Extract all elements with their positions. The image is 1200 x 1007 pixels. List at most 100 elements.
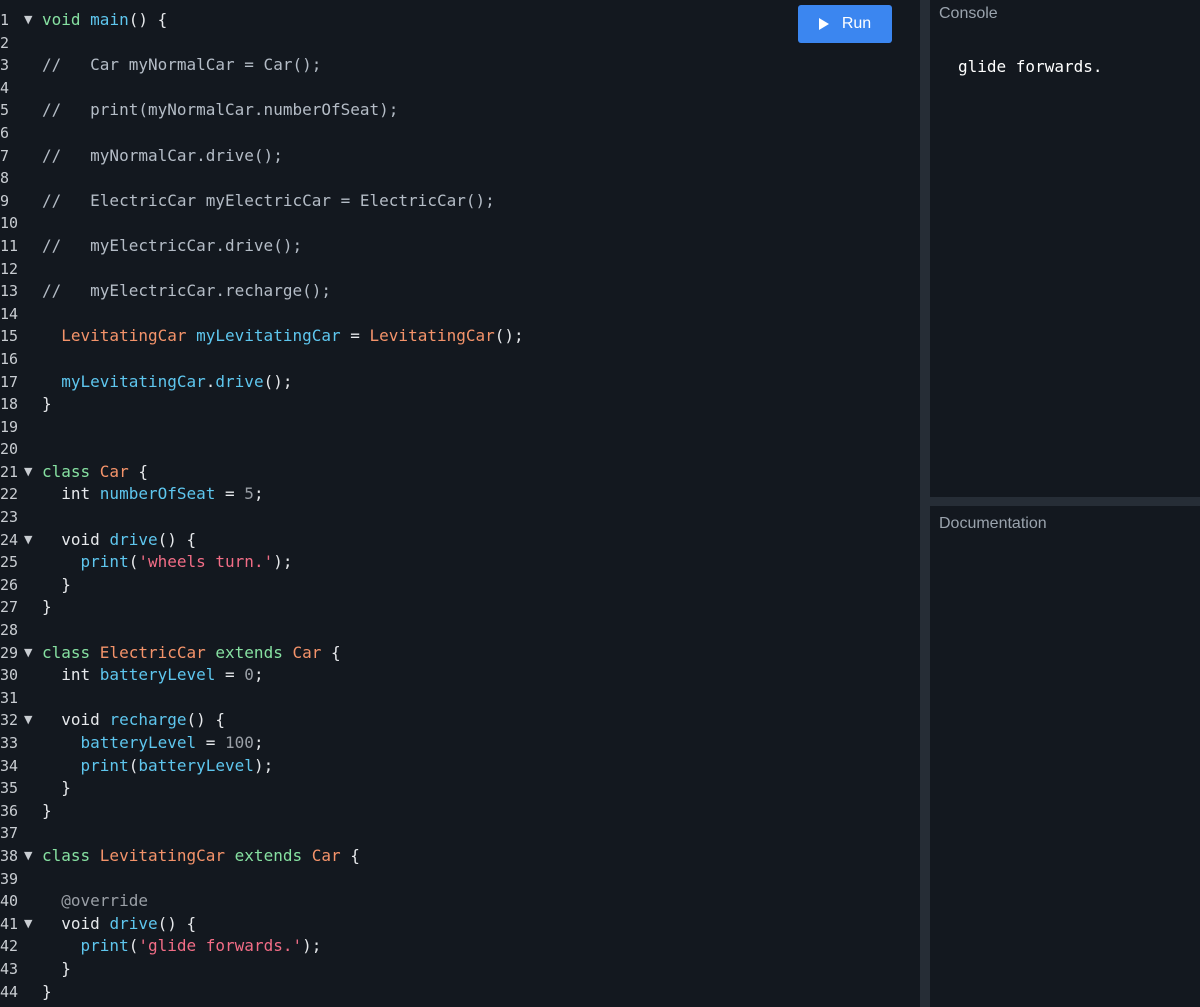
code-line[interactable]: 11 // myElectricCar.drive(); [0, 235, 920, 258]
code-editor[interactable]: 1 ▼ void main() {2 3// Car myNormalCar = Ca… [0, 0, 920, 1007]
code-line[interactable]: 2 [0, 32, 920, 55]
code-line[interactable]: 4 [0, 77, 920, 100]
code-token: ; [253, 665, 264, 685]
line-number: 33 [0, 734, 19, 752]
code-token: () { [157, 529, 197, 549]
vertical-splitter[interactable] [920, 0, 930, 1007]
code-line[interactable]: 20 [0, 438, 920, 461]
code-line[interactable]: 14 [0, 303, 920, 326]
fold-arrow-icon[interactable]: ▼ [24, 642, 38, 665]
line-number: 1 [0, 11, 10, 29]
code-line[interactable]: 44} [0, 981, 920, 1004]
code-token: class [42, 845, 100, 865]
line-number: 17 [0, 372, 19, 391]
code-token: 100 [225, 733, 254, 752]
code-line[interactable]: 12 [0, 258, 920, 281]
code-line[interactable]: 35 } [0, 777, 920, 800]
code-text: // ElectricCar myElectricCar = ElectricC… [42, 190, 495, 213]
code-line[interactable]: 36} [0, 800, 920, 823]
code-line[interactable]: 6 [0, 122, 920, 145]
horizontal-splitter[interactable] [930, 497, 1200, 506]
code-line[interactable]: 8 [0, 167, 920, 190]
code-line[interactable]: 42 print('glide forwards.'); [0, 935, 920, 958]
code-line[interactable]: 27} [0, 596, 920, 619]
code-line[interactable]: 28 [0, 619, 920, 642]
code-token: int [42, 665, 100, 685]
code-line[interactable]: 43 } [0, 958, 920, 981]
code-token: Car [311, 845, 341, 865]
line-number: 10 [0, 214, 19, 233]
line-number: 18 [0, 395, 19, 414]
code-line[interactable]: 37 [0, 822, 920, 845]
code-token: void [42, 10, 91, 29]
code-line[interactable]: 34 print(batteryLevel); [0, 755, 920, 778]
fold-arrow-icon[interactable]: ▼ [24, 529, 38, 552]
code-line[interactable]: 30 int batteryLevel = 0; [0, 664, 920, 687]
fold-arrow-icon[interactable]: ▼ [24, 845, 38, 868]
console-panel: Console glide forwards. [930, 0, 1200, 497]
code-token: class [42, 461, 100, 481]
code-token: } [42, 574, 71, 594]
code-token: class [42, 642, 100, 662]
run-button[interactable]: Run [798, 5, 892, 43]
code-text: int numberOfSeat = 5; [42, 483, 263, 506]
code-line[interactable]: 16 [0, 348, 920, 371]
line-number: 32 [0, 711, 19, 730]
code-token: ( [128, 936, 139, 956]
code-token: } [42, 394, 52, 414]
line-number: 14 [0, 304, 19, 323]
code-token: 'glide forwards.' [138, 936, 303, 956]
code-line[interactable]: 38 ▼ class LevitatingCar extends Car { [0, 845, 920, 868]
code-token: Car [292, 642, 322, 662]
code-line[interactable]: 29 ▼ class ElectricCar extends Car { [0, 642, 920, 665]
fold-arrow-icon[interactable]: ▼ [24, 913, 38, 936]
code-line[interactable]: 25 print('wheels turn.'); [0, 551, 920, 574]
documentation-title: Documentation [939, 515, 1047, 532]
fold-arrow-icon[interactable]: ▼ [24, 461, 38, 484]
code-text: void recharge() { [42, 709, 225, 732]
code-line[interactable]: 3 // Car myNormalCar = Car(); [0, 54, 920, 77]
documentation-panel: Documentation [930, 506, 1200, 1007]
code-line[interactable]: 40 @override [0, 890, 920, 913]
code-token: } [42, 778, 71, 798]
line-number: 25 [0, 553, 19, 572]
fold-arrow-icon[interactable]: ▼ [24, 9, 38, 32]
code-line[interactable]: 5 // print(myNormalCar.numberOfSeat); [0, 99, 920, 122]
code-token: recharge [109, 710, 187, 730]
code-line[interactable]: 7 // myNormalCar.drive(); [0, 145, 920, 168]
line-number: 2 [0, 33, 10, 52]
code-line[interactable]: 24 ▼ void drive() { [0, 529, 920, 552]
code-token: LevitatingCar [99, 845, 226, 865]
line-number: 35 [0, 779, 19, 798]
code-line[interactable]: 39 [0, 868, 920, 891]
code-line[interactable]: 21 ▼ class Car { [0, 461, 920, 484]
play-icon [818, 18, 829, 30]
code-line[interactable]: 26 } [0, 574, 920, 597]
code-token: drive [215, 371, 264, 391]
code-token: = [215, 665, 245, 685]
code-line[interactable]: 22 int numberOfSeat = 5; [0, 483, 920, 506]
code-line[interactable]: 1 ▼ void main() { [0, 9, 920, 32]
code-line[interactable]: 18} [0, 393, 920, 416]
code-line[interactable]: 41 ▼ void drive() { [0, 913, 920, 936]
code-token: 'wheels turn.' [138, 552, 274, 572]
code-token: 0 [244, 665, 254, 685]
code-text: class Car { [42, 461, 148, 484]
code-line[interactable]: 31 [0, 687, 920, 710]
code-text: LevitatingCar myLevitatingCar = Levitati… [42, 325, 523, 348]
code-token: // Car myNormalCar = Car(); [42, 55, 322, 75]
code-line[interactable]: 17 myLevitatingCar.drive(); [0, 371, 920, 394]
code-line[interactable]: 10 [0, 212, 920, 235]
line-number: 6 [0, 123, 10, 142]
code-line[interactable]: 9 // ElectricCar myElectricCar = Electric… [0, 190, 920, 213]
code-line[interactable]: 13 // myElectricCar.recharge(); [0, 280, 920, 303]
code-line[interactable]: 33 batteryLevel = 100; [0, 732, 920, 755]
run-button-label: Run [841, 15, 872, 32]
code-line[interactable]: 23 [0, 506, 920, 529]
code-area[interactable]: 1 ▼ void main() {2 3// Car myNormalCar = Ca… [0, 9, 920, 1003]
fold-arrow-icon[interactable]: ▼ [24, 709, 38, 732]
code-line[interactable]: 32 ▼ void recharge() { [0, 709, 920, 732]
code-token: LevitatingCar [61, 326, 197, 346]
code-line[interactable]: 19 [0, 416, 920, 439]
code-line[interactable]: 15 LevitatingCar myLevitatingCar = Levit… [0, 325, 920, 348]
